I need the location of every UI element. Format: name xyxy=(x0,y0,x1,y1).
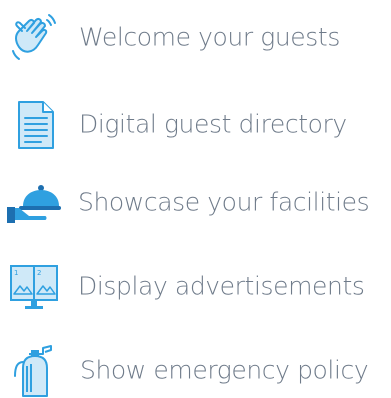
feature-label: Showcase your facilities xyxy=(78,187,370,217)
feature-list: Welcome your guests Digital guest direct… xyxy=(0,0,391,398)
feature-label: Welcome your guests xyxy=(79,22,340,52)
feature-display-advertisements: 1 2 Display advertisements xyxy=(0,256,391,316)
feature-emergency-policy: Show emergency policy xyxy=(0,340,391,398)
monitor-screens-icon: 1 2 xyxy=(5,256,65,316)
fire-extinguisher-icon xyxy=(5,340,65,398)
feature-label: Display advertisements xyxy=(78,271,365,301)
document-icon xyxy=(5,94,65,154)
feature-welcome-guests: Welcome your guests xyxy=(0,7,391,67)
serving-cloche-icon xyxy=(5,172,65,232)
feature-showcase-facilities: Showcase your facilities xyxy=(0,172,391,232)
waving-hand-icon xyxy=(5,7,65,67)
feature-guest-directory: Digital guest directory xyxy=(0,94,391,154)
svg-text:2: 2 xyxy=(37,269,41,277)
svg-text:1: 1 xyxy=(14,269,18,277)
feature-label: Show emergency policy xyxy=(80,355,369,385)
feature-label: Digital guest directory xyxy=(79,109,347,139)
